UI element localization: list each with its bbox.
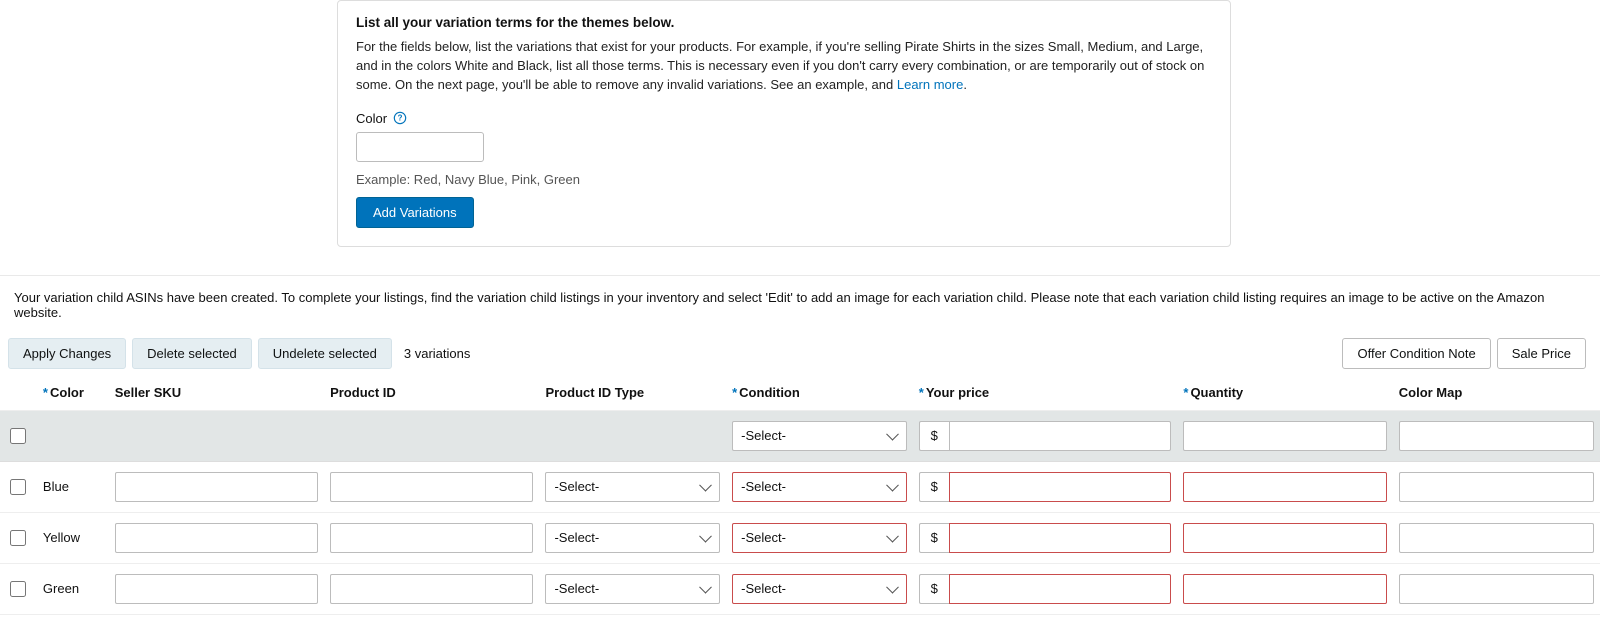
- notice-text: Your variation child ASINs have been cre…: [0, 290, 1600, 320]
- row-condition-select[interactable]: -Select-: [732, 472, 907, 502]
- svg-text:?: ?: [398, 114, 403, 123]
- row-colormap-input[interactable]: [1399, 472, 1594, 502]
- variations-toolbar: Apply Changes Delete selected Undelete s…: [0, 320, 1600, 379]
- row-colormap-input[interactable]: [1399, 523, 1594, 553]
- row-price-input[interactable]: [949, 472, 1172, 502]
- row-checkbox[interactable]: [10, 530, 26, 546]
- row-condition-select-wrap: -Select-: [732, 523, 907, 553]
- row-product-id-input[interactable]: [330, 574, 533, 604]
- master-checkbox[interactable]: [10, 428, 26, 444]
- header-condition: *Condition: [726, 379, 913, 411]
- offer-condition-note-button[interactable]: Offer Condition Note: [1342, 338, 1490, 369]
- panel-heading: List all your variation terms for the th…: [356, 15, 1212, 30]
- master-colormap-input[interactable]: [1399, 421, 1594, 451]
- header-price: *Your price: [913, 379, 1178, 411]
- variations-instruction-panel: List all your variation terms for the th…: [337, 0, 1231, 247]
- row-sku-input[interactable]: [115, 574, 318, 604]
- add-variations-button[interactable]: Add Variations: [356, 197, 474, 228]
- row-checkbox[interactable]: [10, 581, 26, 597]
- currency-symbol: $: [919, 574, 949, 604]
- row-quantity-input[interactable]: [1183, 574, 1386, 604]
- table-row: Yellow -Select- -Select- $: [0, 512, 1600, 563]
- row-condition-select[interactable]: -Select-: [732, 523, 907, 553]
- color-field-label: Color ?: [356, 111, 1212, 126]
- row-product-id-type-select[interactable]: -Select-: [545, 472, 720, 502]
- color-input[interactable]: [356, 132, 484, 162]
- row-price-input[interactable]: [949, 574, 1172, 604]
- table-row: Blue -Select- -Select- $: [0, 461, 1600, 512]
- row-quantity-input[interactable]: [1183, 523, 1386, 553]
- row-product-id-input[interactable]: [330, 472, 533, 502]
- table-header-row: *Color Seller SKU Product ID Product ID …: [0, 379, 1600, 411]
- row-price-wrap: $: [919, 523, 1172, 553]
- currency-symbol: $: [919, 472, 949, 502]
- color-label-text: Color: [356, 111, 387, 126]
- master-price-wrap: $: [919, 421, 1172, 451]
- row-quantity-input[interactable]: [1183, 472, 1386, 502]
- master-condition-select[interactable]: -Select-: [732, 421, 907, 451]
- row-product-id-input[interactable]: [330, 523, 533, 553]
- row-color-value: Blue: [37, 461, 109, 512]
- row-color-value: Yellow: [37, 512, 109, 563]
- row-product-id-type-select[interactable]: -Select-: [545, 523, 720, 553]
- row-product-id-type-select-wrap: -Select-: [545, 472, 720, 502]
- help-icon[interactable]: ?: [393, 111, 407, 125]
- row-price-wrap: $: [919, 472, 1172, 502]
- row-product-id-type-select-wrap: -Select-: [545, 523, 720, 553]
- variation-count: 3 variations: [404, 346, 470, 361]
- panel-desc-text: For the fields below, list the variation…: [356, 39, 1204, 92]
- table-row: Green -Select- -Select- $: [0, 563, 1600, 614]
- row-sku-input[interactable]: [115, 523, 318, 553]
- learn-more-link[interactable]: Learn more: [897, 77, 963, 92]
- header-product-id-type: Product ID Type: [539, 379, 726, 411]
- master-price-input[interactable]: [949, 421, 1172, 451]
- row-color-value: Green: [37, 563, 109, 614]
- apply-changes-button[interactable]: Apply Changes: [8, 338, 126, 369]
- header-sku: Seller SKU: [109, 379, 324, 411]
- row-product-id-type-select-wrap: -Select-: [545, 574, 720, 604]
- currency-symbol: $: [919, 523, 949, 553]
- undelete-selected-button[interactable]: Undelete selected: [258, 338, 392, 369]
- header-color: *Color: [37, 379, 109, 411]
- notice-section: Your variation child ASINs have been cre…: [0, 275, 1600, 320]
- panel-desc-period: .: [963, 77, 967, 92]
- row-colormap-input[interactable]: [1399, 574, 1594, 604]
- row-condition-select-wrap: -Select-: [732, 472, 907, 502]
- row-condition-select[interactable]: -Select-: [732, 574, 907, 604]
- row-sku-input[interactable]: [115, 472, 318, 502]
- currency-symbol: $: [919, 421, 949, 451]
- delete-selected-button[interactable]: Delete selected: [132, 338, 252, 369]
- header-color-map: Color Map: [1393, 379, 1600, 411]
- row-condition-select-wrap: -Select-: [732, 574, 907, 604]
- row-checkbox[interactable]: [10, 479, 26, 495]
- color-example: Example: Red, Navy Blue, Pink, Green: [356, 172, 1212, 187]
- master-row: -Select- $: [0, 410, 1600, 461]
- row-product-id-type-select[interactable]: -Select-: [545, 574, 720, 604]
- row-price-input[interactable]: [949, 523, 1172, 553]
- master-condition-select-wrap: -Select-: [732, 421, 907, 451]
- row-price-wrap: $: [919, 574, 1172, 604]
- header-product-id: Product ID: [324, 379, 539, 411]
- toolbar-right: Offer Condition Note Sale Price: [1342, 338, 1586, 369]
- panel-description: For the fields below, list the variation…: [356, 38, 1212, 95]
- header-quantity: *Quantity: [1177, 379, 1392, 411]
- master-quantity-input[interactable]: [1183, 421, 1386, 451]
- toolbar-left: Apply Changes Delete selected Undelete s…: [8, 338, 470, 369]
- sale-price-button[interactable]: Sale Price: [1497, 338, 1586, 369]
- variations-table: *Color Seller SKU Product ID Product ID …: [0, 379, 1600, 615]
